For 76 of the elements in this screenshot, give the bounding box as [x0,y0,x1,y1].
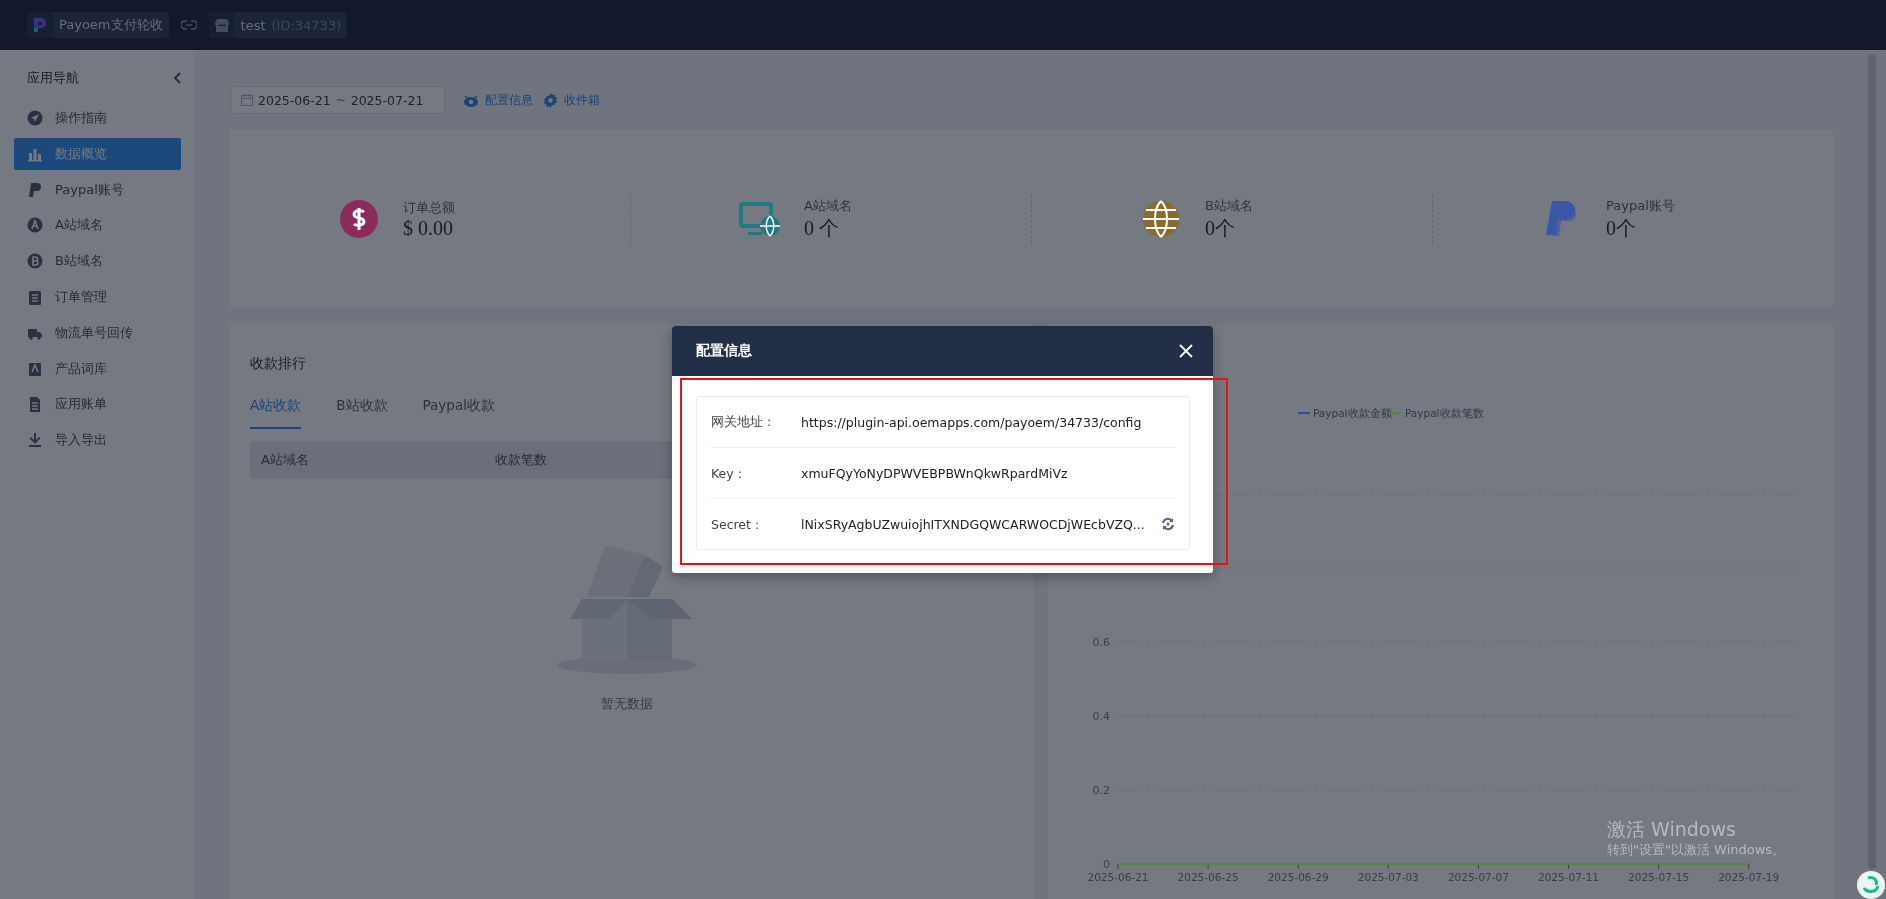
close-icon[interactable] [1179,344,1193,358]
date-start: 2025-06-21 [258,92,331,108]
nav-icon [27,289,43,305]
column-header: 收款笔数 [494,451,548,469]
date-end: 2025-07-21 [350,92,424,108]
sidebar-title: 应用导航 [27,69,79,87]
info-value: https://plugin-api.oemapps.com/payoem/34733/config [801,414,1143,430]
y-tick-label: 0 [1103,858,1110,871]
calendar-icon [241,94,253,106]
store-name: test [239,17,267,33]
sidebar-item[interactable]: B站域名 [14,245,181,278]
nav-icon [27,396,43,413]
activation-title: 激活 Windows [1607,818,1737,840]
stat-value: $ 0.00 [403,216,454,240]
dialog-title: 配置信息 [696,342,752,360]
store-icon [213,18,230,32]
panel-title: 收款排行 [250,355,306,373]
info-label: Secret : [711,516,761,532]
sidebar-item[interactable]: 导入导出 [14,424,181,457]
x-tick-label: 2025-07-03 [1357,871,1419,883]
sidebar-item[interactable]: 产品词库 [14,352,181,385]
nav-icon [27,181,43,198]
settings-icon [543,92,558,108]
sidebar-item[interactable]: 订单管理 [14,281,181,313]
nav-icon [27,110,43,126]
y-tick-label: 0.2 [1092,784,1110,797]
x-tick-label: 2025-07-11 [1538,871,1599,883]
nav-icon [27,432,43,449]
logo-icon [31,16,49,34]
activation-subtitle: 转到"设置"以激活 Windows。 [1607,842,1786,857]
info-label: Key : [711,465,743,481]
nav-icon [27,360,43,377]
x-tick-label: 2025-07-07 [1447,871,1509,883]
nav-icon [27,253,43,270]
column-header: A站域名 [260,451,310,469]
nav-icon [27,217,43,234]
x-tick-label: 2025-07-19 [1718,871,1780,883]
tab[interactable]: A站收款 [250,397,302,429]
collapse-icon[interactable] [173,72,181,84]
info-label: 网关地址 : [711,413,773,431]
info-value: lNixSRyAgbUZwuiojhITXNDGQWCARWOCDjWEcbVZQ... [801,516,1146,532]
date-separator: ~ [335,93,346,107]
app-chip[interactable]: Payoem支付轮收 [27,12,169,38]
x-tick-label: 2025-07-15 [1628,871,1690,883]
info-value: xmuFQyYoNyDPWVEBPBWnQkwRpardMiVz [801,465,1069,481]
tab[interactable]: B站收款 [336,397,388,429]
toolbar-link[interactable]: 收件箱 [564,91,600,109]
sidebar-item[interactable]: Paypal账号 [14,173,181,206]
y-tick-label: 0.4 [1092,710,1110,723]
stat-value: 0个 [1205,215,1236,241]
x-tick-label: 2025-06-21 [1087,871,1149,883]
refresh-icon[interactable] [1161,517,1175,531]
sidebar-item[interactable]: 物流单号回传 [14,316,181,349]
app-name: Payoem支付轮收 [58,16,164,34]
legend-label: Paypal收款笔数 [1405,407,1484,419]
sidebar-item[interactable]: 操作指南 [14,102,181,134]
stat-label: 订单总额 [403,198,456,217]
stat-label: Paypal账号 [1606,196,1676,215]
sidebar-item[interactable]: 数据概览 [14,137,181,170]
stat-label: B站域名 [1205,196,1254,215]
stat-label: A站域名 [804,196,853,215]
stat-value: 0 个 [804,215,840,241]
link-icon [180,20,197,30]
robot-icon [463,93,479,107]
empty-text: 暂无数据 [600,695,653,713]
y-tick-label: 0.6 [1092,636,1110,649]
stat-value: 0个 [1606,215,1637,241]
toolbar-link[interactable]: 配置信息 [485,91,533,109]
tab[interactable]: Paypal收款 [422,397,495,429]
x-tick-label: 2025-06-29 [1267,871,1329,883]
assistant-icon[interactable] [1856,870,1886,899]
x-tick-label: 2025-06-25 [1177,871,1239,883]
legend-item[interactable]: Paypal收款笔数 [1389,407,1484,419]
sidebar-item[interactable]: 应用账单 [14,388,181,421]
sidebar-item[interactable]: A站域名 [14,209,181,242]
date-range-field[interactable]: 2025-06-21 ~ 2025-07-21 [230,86,445,114]
